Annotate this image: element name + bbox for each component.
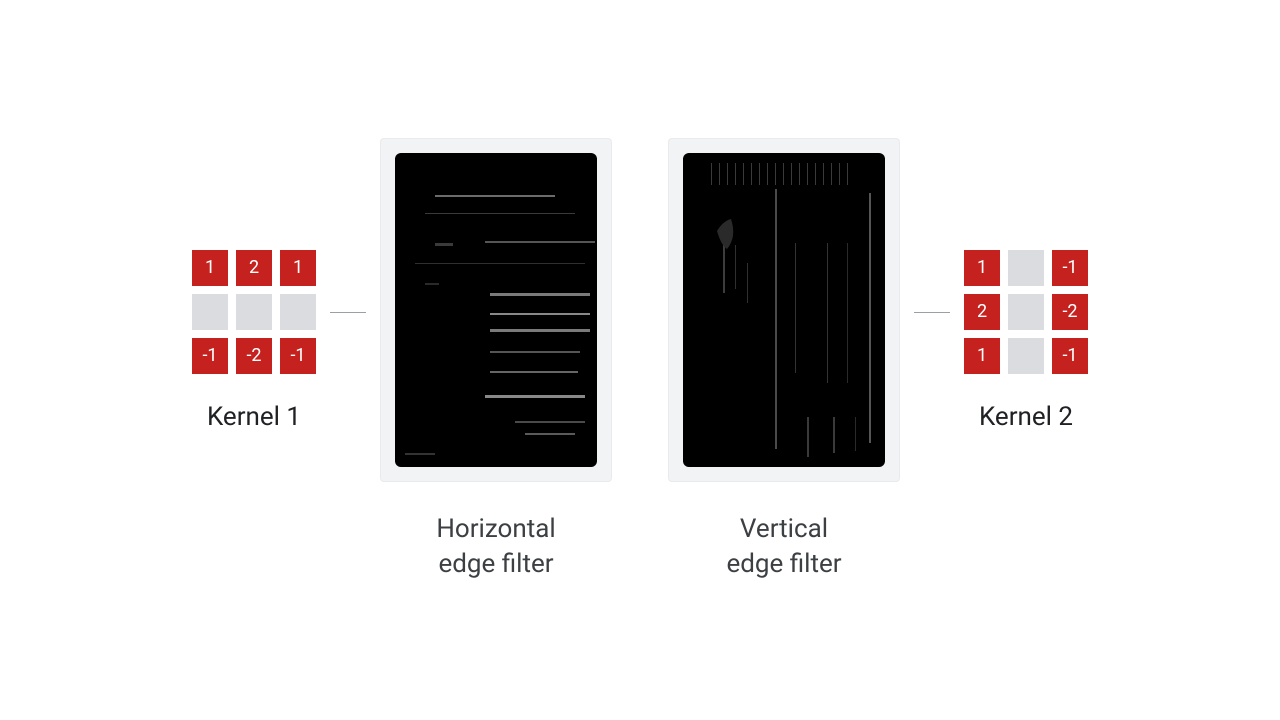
kernel-cell: 2 (236, 250, 272, 286)
horizontal-filter-block: Horizontal edge filter (380, 138, 612, 582)
kernel-cell: -1 (1052, 250, 1088, 286)
edge-filter-diagram: 121-1-2-1 Kernel 1 (192, 138, 1088, 582)
vertical-filter-block: Vertical edge filter (668, 138, 900, 582)
kernel-cell: 1 (192, 250, 228, 286)
kernel-cell: -2 (236, 338, 272, 374)
horizontal-filter-label: Horizontal edge filter (436, 512, 555, 582)
kernel-cell: 2 (964, 294, 1000, 330)
horizontal-filter-image (380, 138, 612, 482)
vertical-filter-image (668, 138, 900, 482)
connector-line (330, 312, 366, 313)
vertical-filter-label: Vertical edge filter (726, 512, 841, 582)
kernel-cell (280, 294, 316, 330)
kernel-1-grid: 121 -1-2-1 (192, 250, 316, 374)
kernel-2-grid: 1 -1 2 -2 1 -1 (964, 250, 1088, 374)
vertical-edge-svg (683, 153, 885, 467)
kernel-2-block: 1 -1 2 -2 1 -1 Kernel 2 (964, 250, 1088, 432)
kernel-cell (1008, 250, 1044, 286)
connector-line (914, 312, 950, 313)
kernel-cell: -1 (192, 338, 228, 374)
horizontal-edge-svg (395, 153, 597, 467)
kernel-cell: -1 (280, 338, 316, 374)
kernel-cell: -2 (1052, 294, 1088, 330)
kernel-cell: 1 (280, 250, 316, 286)
kernel-cell: 1 (964, 250, 1000, 286)
kernel-cell (192, 294, 228, 330)
kernel-1-block: 121 -1-2-1 Kernel 1 (192, 250, 316, 432)
kernel-cell (1008, 294, 1044, 330)
kernel-1-label: Kernel 1 (207, 402, 301, 432)
kernel-cell (1008, 338, 1044, 374)
kernel-cell: -1 (1052, 338, 1088, 374)
kernel-cell (236, 294, 272, 330)
kernel-cell: 1 (964, 338, 1000, 374)
kernel-2-label: Kernel 2 (979, 402, 1073, 432)
